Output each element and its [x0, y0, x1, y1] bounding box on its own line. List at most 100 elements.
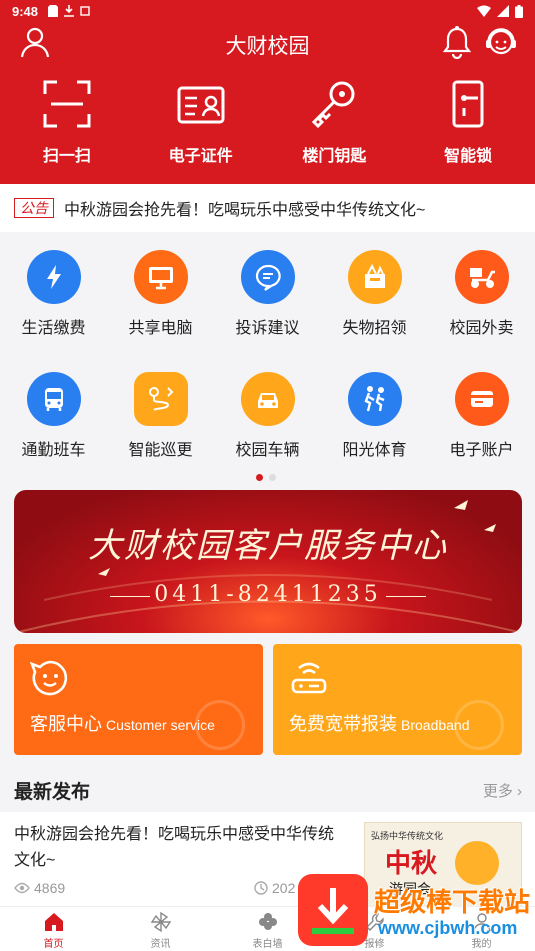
customer-service-headset-icon[interactable]	[484, 25, 518, 59]
banner-title: 大财校园客户服务中心	[88, 526, 448, 566]
notification-bell-icon[interactable]	[441, 25, 473, 59]
service-label: 阳光体育	[342, 442, 407, 459]
banner-line-right	[386, 596, 426, 597]
clover-icon	[258, 913, 277, 930]
page-dot-active	[256, 474, 263, 481]
banner-phone: 0411-82411235	[154, 582, 382, 607]
quick-scan[interactable]: 扫一扫	[0, 72, 134, 172]
notice-tag: 公告	[14, 198, 54, 218]
latest-heading: 最新发布	[14, 781, 91, 803]
service-label: 智能巡更	[128, 442, 193, 459]
notice-bar[interactable]: 公告 中秋游园会抢先看！吃喝玩乐中感受中华传统文化~	[0, 184, 535, 232]
key-icon	[312, 81, 355, 129]
service-complaint[interactable]: 投诉建议	[214, 250, 321, 338]
quick-key-label: 楼门钥匙	[302, 148, 367, 165]
pinwheel-icon	[150, 911, 171, 933]
service-label: 电子账户	[449, 442, 514, 459]
service-label: 投诉建议	[235, 320, 300, 337]
card-icon	[454, 372, 509, 426]
smart-lock-icon	[452, 80, 484, 128]
title-bar: 大财校园	[0, 22, 535, 64]
broadband-title: 免费宽带报装 Broadband	[289, 710, 470, 736]
card-watermark	[454, 700, 504, 750]
watermark-logo-icon	[298, 874, 368, 946]
quick-scan-label: 扫一扫	[42, 148, 91, 165]
page-dot	[269, 474, 276, 481]
tab-label: 资讯	[150, 939, 171, 950]
quick-smart-lock[interactable]: 智能锁	[401, 72, 535, 172]
car-icon	[240, 372, 295, 426]
date-text: 202	[272, 880, 296, 896]
tab-label: 表白墙	[252, 939, 283, 950]
tab-news[interactable]: 资讯	[107, 907, 214, 951]
download-icon	[64, 5, 75, 17]
article-date: 202	[254, 880, 295, 896]
quick-smart-lock-label: 智能锁	[444, 148, 493, 165]
service-lost-found[interactable]: 失物招领	[321, 250, 428, 338]
tab-label: 首页	[43, 939, 64, 950]
notice-text: 中秋游园会抢先看！吃喝玩乐中感受中华传统文化~	[64, 202, 426, 219]
article-views: 4869	[14, 880, 65, 896]
service-row-1: 生活缴费 共享电脑 投诉建议 失物招领 校园外卖	[0, 250, 535, 338]
tab-home[interactable]: 首页	[0, 907, 107, 951]
service-takeout[interactable]: 校园外卖	[428, 250, 535, 338]
latest-header: 最新发布 更多 ›	[14, 776, 522, 804]
service-utility-payment[interactable]: 生活缴费	[0, 250, 107, 338]
broadband-label: 免费宽带报装	[289, 714, 397, 734]
eye-icon	[14, 882, 30, 894]
service-center-banner[interactable]: 大财校园客户服务中心 0411-82411235	[14, 490, 522, 633]
service-label: 校园外卖	[449, 320, 514, 337]
thumb-caption: 弘扬中华传统文化	[371, 831, 444, 841]
page-indicator	[256, 474, 276, 481]
service-label: 失物招领	[342, 320, 407, 337]
sd-card-icon	[48, 5, 59, 17]
service-e-account[interactable]: 电子账户	[428, 372, 535, 460]
square-icon	[80, 6, 90, 16]
service-shared-computer[interactable]: 共享电脑	[107, 250, 214, 338]
quick-id-card[interactable]: 电子证件	[134, 72, 268, 172]
monitor-icon	[133, 250, 188, 304]
status-bar: 9:48	[0, 0, 535, 22]
broadband-card[interactable]: 免费宽带报装 Broadband	[273, 644, 522, 755]
service-label: 校园车辆	[235, 442, 300, 459]
battery-icon	[515, 4, 523, 18]
customer-service-label: 客服中心	[30, 714, 102, 734]
customer-service-title: 客服中心 Customer service	[30, 710, 215, 736]
runner-icon	[347, 372, 402, 426]
card-watermark	[195, 700, 245, 750]
bus-icon	[26, 372, 81, 426]
service-label: 共享电脑	[128, 320, 193, 337]
wifi-icon	[477, 5, 491, 17]
smile-chat-icon	[30, 660, 68, 696]
customer-service-card[interactable]: 客服中心 Customer service	[14, 644, 263, 755]
route-icon	[133, 372, 188, 426]
service-label: 通勤班车	[21, 442, 86, 459]
watermark-url: www.cjbwh.com	[378, 918, 518, 938]
quick-actions: 扫一扫 电子证件 楼门钥匙 智能锁	[0, 72, 535, 172]
service-shuttle-bus[interactable]: 通勤班车	[0, 372, 107, 460]
chat-icon	[240, 250, 295, 304]
site-watermark: 超级棒下载站 www.cjbwh.com	[298, 872, 535, 951]
header: 9:48 大财校园 扫一扫 电子证件 楼门钥匙 智能锁	[0, 0, 535, 184]
more-link[interactable]: 更多 ›	[483, 780, 522, 801]
quick-key[interactable]: 楼门钥匙	[268, 72, 402, 172]
service-label: 生活缴费	[21, 320, 86, 337]
service-smart-patrol[interactable]: 智能巡更	[107, 372, 214, 460]
service-sunshine-sports[interactable]: 阳光体育	[321, 372, 428, 460]
more-label: 更多	[482, 782, 513, 800]
id-card-icon	[177, 86, 225, 124]
chevron-right-icon: ›	[517, 782, 522, 800]
service-campus-vehicle[interactable]: 校园车辆	[214, 372, 321, 460]
scooter-icon	[454, 250, 509, 304]
status-time: 9:48	[12, 3, 39, 19]
clock-icon	[254, 881, 268, 895]
router-icon	[291, 662, 327, 694]
box-icon	[347, 250, 402, 304]
service-row-2: 通勤班车 智能巡更 校园车辆 阳光体育 电子账户	[0, 372, 535, 460]
quick-id-card-label: 电子证件	[168, 148, 233, 165]
bolt-drop-icon	[26, 250, 81, 304]
watermark-text: 超级棒下载站	[374, 887, 531, 917]
views-count: 4869	[34, 880, 66, 896]
signal-icon	[497, 5, 509, 17]
article-title: 中秋游园会抢先看！吃喝玩乐中感受中华传统文化~	[14, 826, 335, 869]
